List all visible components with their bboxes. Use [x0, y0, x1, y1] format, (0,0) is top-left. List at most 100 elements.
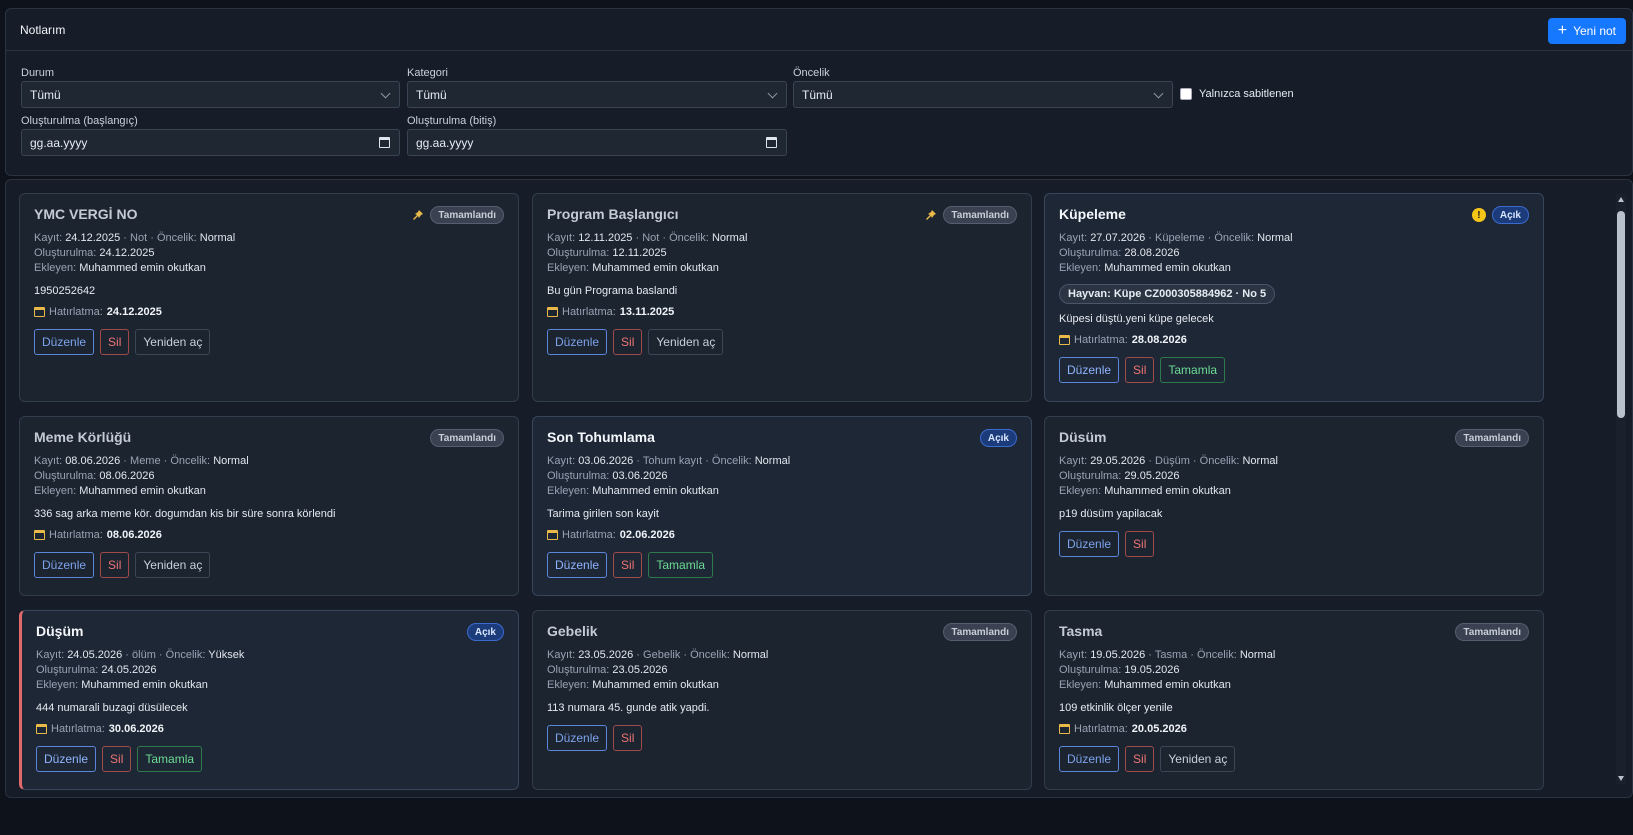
note-card: Düsüm Tamamlandı Kayıt: 29.05.2026 · Düş… [1044, 416, 1544, 596]
complete-button[interactable]: Tamamla [1160, 357, 1226, 383]
note-card: Tasma Tamamlandı Kayıt: 19.05.2026 · Tas… [1044, 610, 1544, 790]
edit-button[interactable]: Düzenle [547, 725, 608, 751]
edit-button[interactable]: Düzenle [547, 552, 608, 578]
calendar-icon[interactable] [379, 137, 390, 148]
note-card: Son Tohumlama Açık Kayıt: 03.06.2026 · T… [532, 416, 1032, 596]
new-note-label: Yeni not [1573, 24, 1616, 38]
new-note-button[interactable]: + Yeni not [1547, 18, 1626, 44]
edit-button[interactable]: Düzenle [1059, 531, 1120, 557]
note-actions: Düzenle Sil [1059, 531, 1529, 557]
chevron-down-icon [767, 88, 778, 99]
reopen-button[interactable]: Yeniden aç [1160, 746, 1236, 772]
note-card: Meme Körlüğü Tamamlandı Kayıt: 08.06.202… [19, 416, 519, 596]
status-badge: Açık [979, 429, 1017, 447]
edit-button[interactable]: Düzenle [36, 746, 97, 772]
note-reminder: Hatırlatma: 08.06.2026 [34, 529, 504, 541]
created-to-input[interactable]: gg.aa.yyyy [407, 129, 787, 156]
created-to-value: gg.aa.yyyy [416, 135, 474, 150]
pinned-only-label: Yalnızca sabitlenen [1199, 88, 1294, 100]
note-meta: Kayıt: 08.06.2026 · Meme · Öncelik: Norm… [34, 455, 249, 497]
note-meta: Kayıt: 29.05.2026 · Düşüm · Öncelik: Nor… [1059, 455, 1278, 497]
delete-button[interactable]: Sil [613, 552, 643, 578]
note-actions: Düzenle Sil Yeniden aç [547, 329, 1017, 355]
note-meta: Kayıt: 27.07.2026 · Küpeleme · Öncelik: … [1059, 232, 1293, 274]
scroll-up-icon[interactable] [1618, 197, 1624, 202]
calendar-icon [547, 530, 558, 540]
reopen-button[interactable]: Yeniden aç [135, 552, 211, 578]
delete-button[interactable]: Sil [100, 329, 130, 355]
reopen-button[interactable]: Yeniden aç [648, 329, 724, 355]
pin-icon[interactable] [412, 209, 424, 221]
priority-select[interactable]: Tümü [793, 81, 1173, 108]
note-body: Tarima girilen son kayit [547, 508, 659, 520]
note-actions: Düzenle Sil Tamamla [1059, 357, 1529, 383]
edit-button[interactable]: Düzenle [34, 552, 95, 578]
delete-button[interactable]: Sil [1125, 531, 1155, 557]
calendar-icon [1059, 724, 1070, 734]
note-body: 113 numara 45. gunde atik yapdi. [547, 702, 710, 714]
calendar-icon [1059, 335, 1070, 345]
complete-button[interactable]: Tamamla [137, 746, 203, 772]
note-meta: Kayıt: 03.06.2026 · Tohum kayıt · Önceli… [547, 455, 791, 497]
calendar-icon [34, 530, 45, 540]
pinned-only-toggle[interactable]: Yalnızca sabitlenen [1180, 88, 1294, 100]
warning-icon: ! [1471, 208, 1486, 222]
status-badge: Tamamlandı [430, 206, 504, 224]
animal-tag[interactable]: Hayvan: Küpe CZ000305884962 · No 5 [1059, 284, 1276, 304]
calendar-icon[interactable] [766, 137, 777, 148]
note-body: 444 numarali buzagi düsülecek [36, 702, 188, 714]
delete-button[interactable]: Sil [613, 329, 643, 355]
pin-icon[interactable] [925, 209, 937, 221]
note-reminder: Hatırlatma: 30.06.2026 [36, 723, 504, 735]
delete-button[interactable]: Sil [613, 725, 643, 751]
created-from-label: Oluşturulma (başlangıç) [21, 115, 138, 127]
page-title: Notlarım [20, 22, 66, 37]
edit-button[interactable]: Düzenle [1059, 357, 1120, 383]
delete-button[interactable]: Sil [102, 746, 132, 772]
note-actions: Düzenle Sil Yeniden aç [34, 552, 504, 578]
panel-header: Notlarım [6, 9, 1632, 51]
scrollbar-thumb[interactable] [1617, 211, 1625, 418]
note-meta: Kayıt: 23.05.2026 · Gebelik · Öncelik: N… [547, 649, 769, 691]
calendar-icon [34, 307, 45, 317]
category-select-value: Tümü [416, 87, 447, 102]
status-badge: Tamamlandı [943, 623, 1017, 641]
notes-panel: YMC VERGİ NO Tamamlandı Kayıt: 24.12.202… [5, 179, 1633, 798]
delete-button[interactable]: Sil [1125, 357, 1155, 383]
created-from-input[interactable]: gg.aa.yyyy [21, 129, 400, 156]
scroll-down-icon[interactable] [1618, 776, 1624, 781]
note-body: 1950252642 [34, 285, 96, 297]
edit-button[interactable]: Düzenle [34, 329, 95, 355]
status-badge: Tamamlandı [943, 206, 1017, 224]
note-body: 109 etkinlik ölçer yenile [1059, 702, 1173, 714]
note-body: p19 düsüm yapilacak [1059, 508, 1163, 520]
edit-button[interactable]: Düzenle [1059, 746, 1120, 772]
note-card: Program Başlangıcı Tamamlandı Kayıt: 12.… [532, 193, 1032, 402]
category-select[interactable]: Tümü [407, 81, 787, 108]
category-filter-label: Kategori [407, 67, 448, 79]
reopen-button[interactable]: Yeniden aç [135, 329, 211, 355]
scrollbar[interactable] [1616, 194, 1626, 784]
status-badge: Tamamlandı [1455, 623, 1529, 641]
status-select-value: Tümü [30, 87, 61, 102]
delete-button[interactable]: Sil [1125, 746, 1155, 772]
note-reminder: Hatırlatma: 24.12.2025 [34, 306, 504, 318]
delete-button[interactable]: Sil [100, 552, 130, 578]
pinned-only-checkbox[interactable] [1180, 88, 1192, 100]
chevron-down-icon [1153, 88, 1164, 99]
priority-select-value: Tümü [802, 87, 833, 102]
priority-filter-label: Öncelik [793, 67, 830, 79]
note-meta: Kayıt: 24.12.2025 · Not · Öncelik: Norma… [34, 232, 236, 274]
complete-button[interactable]: Tamamla [648, 552, 714, 578]
note-body: Bu gün Programa baslandi [547, 285, 678, 297]
created-to-label: Oluşturulma (bitiş) [407, 115, 497, 127]
note-actions: Düzenle Sil Yeniden aç [34, 329, 504, 355]
status-badge: Tamamlandı [1455, 429, 1529, 447]
note-title: Küpeleme [1059, 206, 1126, 222]
chevron-down-icon [380, 88, 391, 99]
edit-button[interactable]: Düzenle [547, 329, 608, 355]
status-select[interactable]: Tümü [21, 81, 400, 108]
note-actions: Düzenle Sil [547, 725, 1017, 751]
note-meta: Kayıt: 12.11.2025 · Not · Öncelik: Norma… [547, 232, 748, 274]
note-title: Son Tohumlama [547, 429, 655, 445]
